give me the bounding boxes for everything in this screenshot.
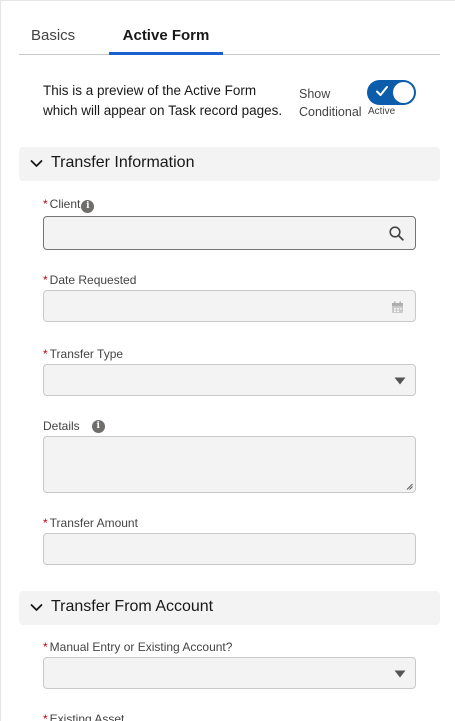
search-icon[interactable] — [389, 226, 404, 241]
active-form-panel: Basics Active Form This is a preview of … — [0, 0, 455, 721]
date-requested-input[interactable] — [43, 290, 416, 322]
section-transfer-from-account[interactable]: Transfer From Account — [19, 591, 440, 625]
show-conditional-toggle[interactable] — [367, 80, 416, 105]
manual-entry-select[interactable] — [43, 657, 416, 689]
info-icon[interactable]: i — [81, 200, 95, 213]
required-marker: * — [43, 712, 48, 721]
show-conditional-text: Show Conditional — [299, 87, 362, 119]
caret-down-icon — [394, 670, 406, 678]
required-marker: * — [43, 273, 48, 287]
transfer-amount-label-text: Transfer Amount — [49, 516, 138, 530]
details-label: Details i — [43, 419, 105, 434]
toggle-state-label: Active — [368, 106, 396, 117]
manual-entry-label-text: Manual Entry or Existing Account? — [49, 640, 233, 654]
section-transfer-information[interactable]: Transfer Information — [19, 147, 440, 181]
existing-asset-label-text: Existing Asset — [49, 712, 125, 721]
tab-bar: Basics Active Form — [19, 21, 440, 55]
calendar-icon[interactable] — [391, 301, 404, 314]
transfer-amount-input[interactable] — [43, 533, 416, 565]
chevron-down-icon — [30, 604, 43, 611]
existing-asset-label: * Existing Asset — [43, 712, 124, 721]
client-label: * Client i — [43, 197, 95, 213]
required-marker: * — [43, 347, 48, 361]
details-label-text: Details — [43, 419, 80, 433]
details-textarea[interactable] — [43, 436, 416, 493]
date-requested-label-text: Date Requested — [49, 273, 137, 287]
resize-handle-icon[interactable] — [406, 483, 413, 490]
transfer-type-select[interactable] — [43, 364, 416, 396]
manual-entry-label: * Manual Entry or Existing Account? — [43, 640, 232, 654]
preview-description: This is a preview of the Active Form whi… — [43, 83, 283, 118]
date-requested-label: * Date Requested — [43, 273, 136, 287]
client-lookup-input[interactable] — [43, 216, 416, 250]
client-label-text: Client — [49, 197, 81, 212]
transfer-amount-label: * Transfer Amount — [43, 516, 138, 530]
tab-active-form[interactable]: Active Form — [109, 27, 223, 55]
toggle-knob — [393, 82, 414, 103]
info-icon[interactable]: i — [91, 420, 105, 434]
show-conditional-label: Show Conditional — [299, 85, 363, 121]
section-title: Transfer From Account — [51, 598, 214, 615]
caret-down-icon — [394, 377, 406, 385]
required-marker: * — [43, 197, 48, 212]
required-marker: * — [43, 640, 48, 654]
transfer-type-label-text: Transfer Type — [49, 347, 124, 361]
tab-basics[interactable]: Basics — [31, 27, 75, 55]
chevron-down-icon — [30, 160, 43, 167]
required-marker: * — [43, 516, 48, 530]
section-title: Transfer Information — [51, 154, 195, 171]
transfer-type-label: * Transfer Type — [43, 347, 123, 361]
checkmark-icon — [376, 86, 388, 96]
